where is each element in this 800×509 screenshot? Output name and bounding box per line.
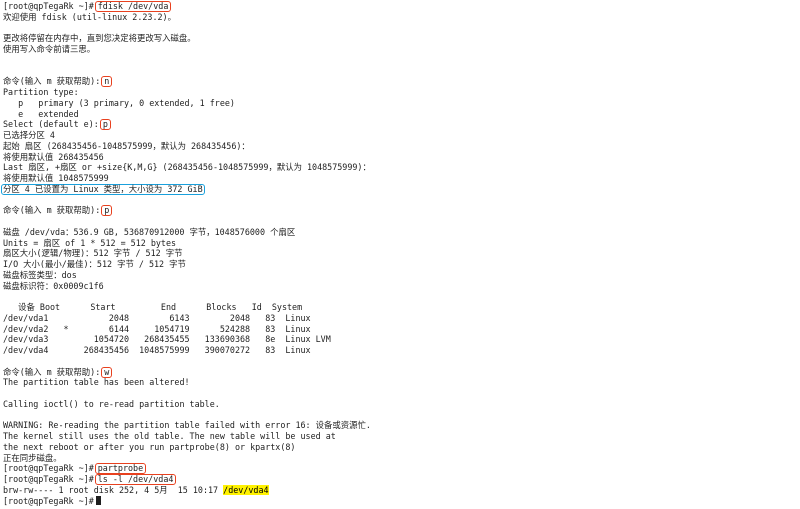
highlighted-command: partprobe (94, 463, 147, 475)
output-text: 命令(输入 m 获取帮助): (3, 76, 101, 87)
output-text: Last 扇区, +扇区 or +size{K,M,G} (268435456-… (3, 162, 371, 173)
output-text: Calling ioctl() to re-read partition tab… (3, 398, 220, 409)
terminal-line: 磁盘 /dev/vda：536.9 GB, 536870912000 字节，10… (3, 227, 797, 238)
terminal-line: The kernel still uses the old table. The… (3, 431, 797, 442)
output-text: p primary (3 primary, 0 extended, 1 free… (3, 97, 235, 108)
terminal-line: 命令(输入 m 获取帮助): p (3, 205, 797, 217)
output-text: 起始 扇区 (268435456-1048575999，默认为 26843545… (3, 140, 250, 151)
terminal-line: /dev/vda4 268435456 1048575999 390070272… (3, 345, 797, 356)
highlighted-command: ls -l /dev/vda4 (94, 474, 177, 485)
output-text: Partition type: (3, 87, 79, 97)
terminal-line: Calling ioctl() to re-read partition tab… (3, 399, 797, 410)
output-text: Units = 扇区 of 1 * 512 = 512 bytes (3, 237, 177, 248)
output-text: WARNING: Re-reading the partition table … (3, 420, 371, 431)
output-text: [root@qpTegaRk ~]# (3, 474, 94, 484)
highlighted-command: n (101, 76, 113, 88)
output-text: The kernel still uses the old table. The… (3, 431, 336, 441)
output-text: [root@qpTegaRk ~]# (3, 495, 94, 506)
terminal-line: the next reboot or after you run partpro… (3, 442, 797, 453)
terminal-line: [root@qpTegaRk ~]# (3, 495, 797, 507)
output-text: /dev/vda1 2048 6143 2048 83 Linux (3, 312, 311, 323)
terminal-line: [root@qpTegaRk ~]# partprobe (3, 463, 797, 475)
highlighted-command: p (99, 119, 111, 131)
output-text: 磁盘标识符：0x0009c1f6 (3, 280, 104, 291)
output-text: 更改将停留在内存中，直到您决定将更改写入磁盘。 (3, 33, 196, 44)
terminal-line: 正在同步磁盘。 (3, 453, 797, 464)
terminal-line: brw-rw---- 1 root disk 252, 4 5月 15 10:1… (3, 484, 797, 496)
output-text: 磁盘标签类型：dos (3, 269, 77, 280)
terminal-line: WARNING: Re-reading the partition table … (3, 420, 797, 431)
terminal-line: [root@qpTegaRk ~]# ls -l /dev/vda4 (3, 474, 797, 485)
output-text: 设备 Boot Start End Blocks Id System (3, 302, 303, 312)
terminal-line: /dev/vda2 * 6144 1054719 524288 83 Linux (3, 324, 797, 335)
terminal-line: 将使用默认值 268435456 (3, 152, 797, 163)
highlighted-command: p (101, 205, 113, 217)
terminal-window[interactable]: [root@qpTegaRk ~]# fdisk /dev/vda 欢迎使用 fdi… (0, 0, 800, 509)
output-text: [root@qpTegaRk ~]# (3, 1, 94, 11)
output-text: e extended (3, 108, 79, 119)
output-text: /dev/vda3 1054720 268435455 133690368 8e… (3, 334, 331, 345)
terminal-line: Last 扇区, +扇区 or +size{K,M,G} (268435456-… (3, 162, 797, 173)
output-text: I/O 大小(最小/最佳)：512 字节 / 512 字节 (3, 259, 186, 269)
terminal-line: The partition table has been altered! (3, 377, 797, 388)
output-text: 命令(输入 m 获取帮助): (3, 366, 101, 377)
output-text: 使用写入命令前请三思。 (3, 44, 96, 54)
output-text: 将使用默认值 268435456 (3, 151, 104, 162)
terminal-line: 磁盘标识符：0x0009c1f6 (3, 281, 797, 292)
terminal-line: 扇区大小(逻辑/物理)：512 字节 / 512 字节 (3, 248, 797, 259)
selected-text[interactable]: /dev/vda4 (223, 484, 269, 495)
output-text: 已选择分区 4 (3, 130, 55, 140)
terminal-line: 欢迎使用 fdisk (util-linux 2.23.2)。 (3, 12, 797, 23)
output-text: 正在同步磁盘。 (3, 452, 62, 463)
terminal-line: /dev/vda1 2048 6143 2048 83 Linux (3, 313, 797, 324)
terminal-line: 命令(输入 m 获取帮助): n (3, 76, 797, 88)
terminal-line: Units = 扇区 of 1 * 512 = 512 bytes (3, 238, 797, 249)
output-text: 欢迎使用 fdisk (util-linux 2.23.2)。 (3, 11, 176, 22)
output-text: Select (default e): (3, 119, 99, 130)
terminal-line: 将使用默认值 1048575999 (3, 173, 797, 184)
output-text: /dev/vda2 * 6144 1054719 524288 83 Linux (3, 323, 311, 334)
terminal-line: 起始 扇区 (268435456-1048575999，默认为 26843545… (3, 141, 797, 152)
highlighted-command: w (101, 366, 113, 378)
output-text: /dev/vda4 268435456 1048575999 390070272… (3, 345, 311, 355)
output-text: 命令(输入 m 获取帮助): (3, 205, 101, 216)
terminal-line: 设备 Boot Start End Blocks Id System (3, 302, 797, 313)
terminal-line: I/O 大小(最小/最佳)：512 字节 / 512 字节 (3, 259, 797, 270)
output-text: 将使用默认值 1048575999 (3, 173, 109, 183)
terminal-line: Partition type: (3, 87, 797, 98)
terminal-line: 分区 4 已设置为 Linux 类型，大小设为 372 GiB (1, 183, 797, 195)
output-text: 扇区大小(逻辑/物理)：512 字节 / 512 字节 (3, 248, 183, 259)
terminal-cursor (95, 495, 101, 505)
terminal-line: 磁盘标签类型：dos (3, 270, 797, 281)
terminal-line: 命令(输入 m 获取帮助): w (3, 366, 797, 378)
terminal-line: e extended (3, 109, 797, 120)
output-text: 磁盘 /dev/vda：536.9 GB, 536870912000 字节，10… (3, 226, 296, 237)
highlighted-output: 分区 4 已设置为 Linux 类型，大小设为 372 GiB (1, 183, 205, 195)
output-text: The partition table has been altered! (3, 377, 190, 388)
terminal-line: p primary (3 primary, 0 extended, 1 free… (3, 98, 797, 109)
terminal-line: Select (default e): p (3, 119, 797, 131)
terminal-line: 已选择分区 4 (3, 130, 797, 141)
terminal-line: /dev/vda3 1054720 268435455 133690368 8e… (3, 334, 797, 345)
output-text: brw-rw---- 1 root disk 252, 4 5月 15 10:1… (3, 484, 224, 495)
terminal-line: 使用写入命令前请三思。 (3, 44, 797, 55)
terminal-line: 更改将停留在内存中，直到您决定将更改写入磁盘。 (3, 33, 797, 44)
terminal-line: [root@qpTegaRk ~]# fdisk /dev/vda (3, 1, 797, 12)
output-text: [root@qpTegaRk ~]# (3, 463, 94, 474)
output-text: the next reboot or after you run partpro… (3, 441, 296, 452)
highlighted-command: fdisk /dev/vda (94, 1, 172, 12)
